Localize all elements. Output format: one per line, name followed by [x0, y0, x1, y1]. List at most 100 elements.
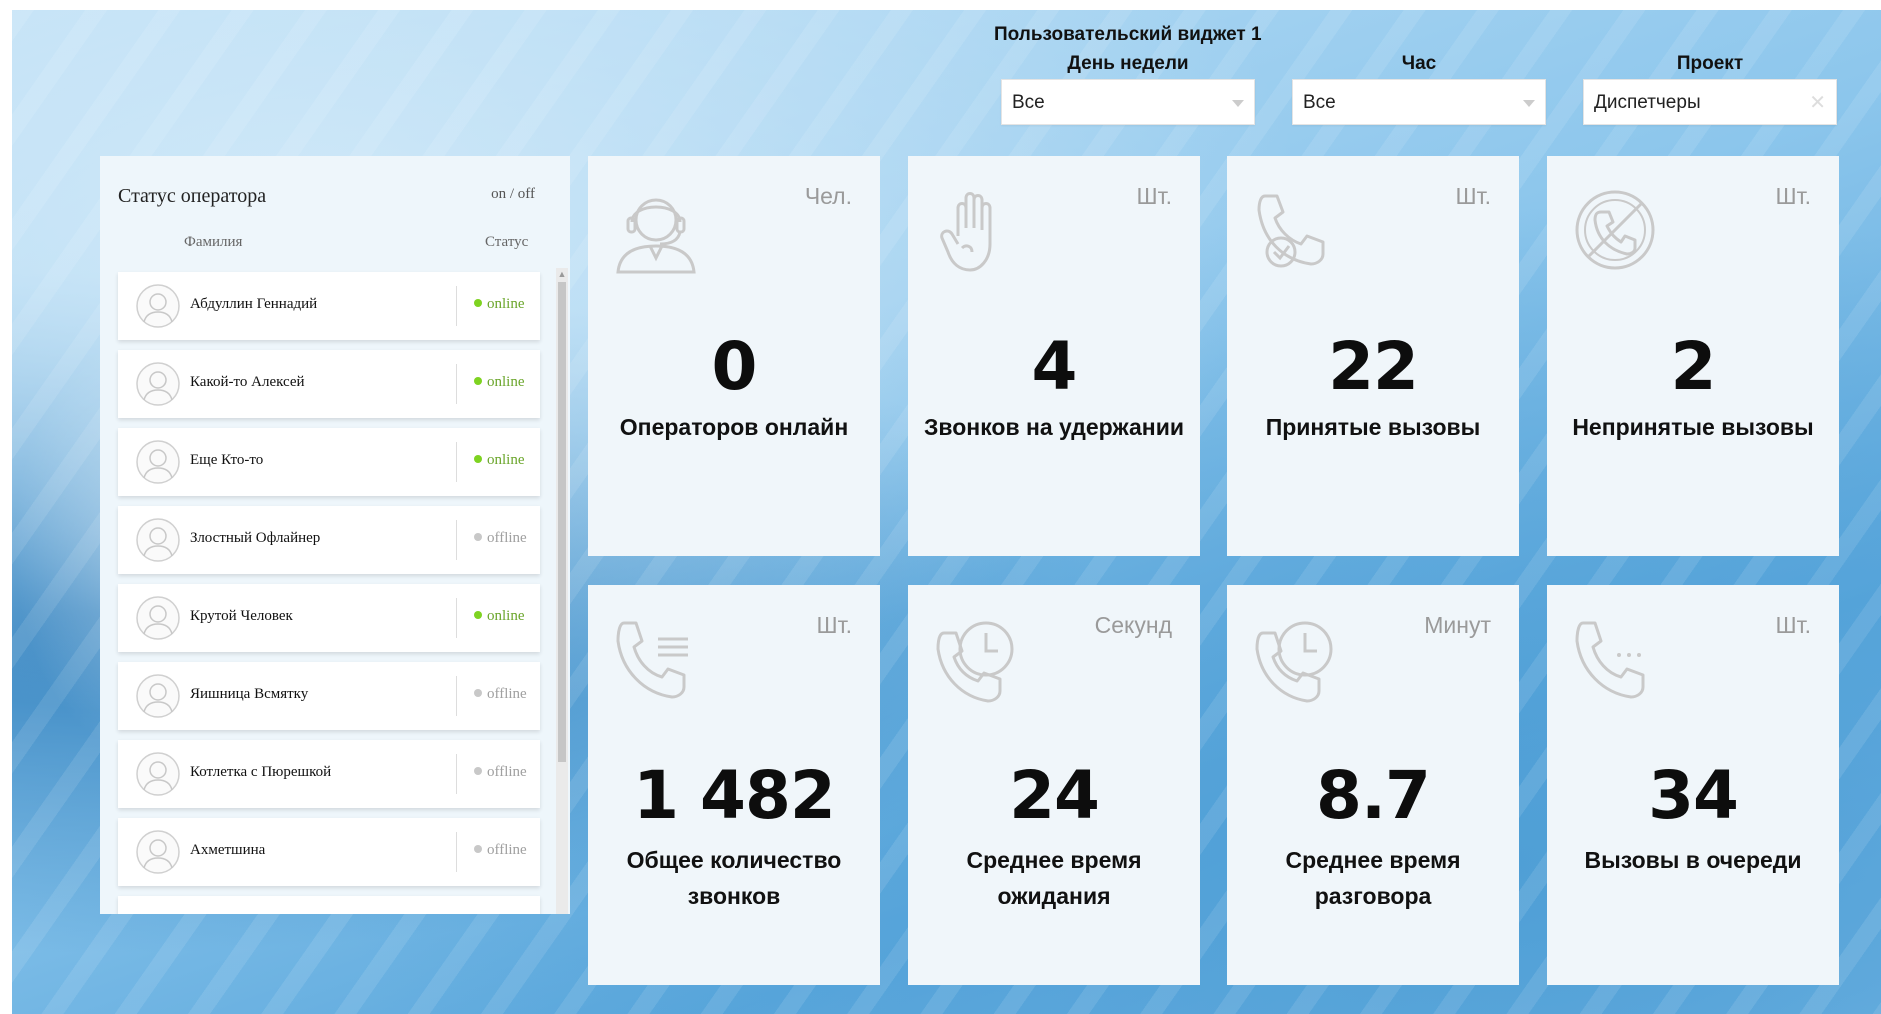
metric-label: Общее количество звонков [626, 847, 842, 909]
row-divider [456, 286, 457, 326]
status-text: online [487, 608, 525, 624]
metric-label: Вызовы в очереди [1584, 847, 1802, 873]
filter-hour-select[interactable]: Все [1292, 79, 1546, 125]
operator-name: Ахметшина [190, 842, 266, 858]
status-dot-icon [474, 611, 482, 619]
operator-headset-icon [616, 198, 696, 274]
metric-value: 22 [1328, 328, 1419, 405]
avatar [136, 518, 180, 562]
status-dot-icon [474, 377, 482, 385]
metric-label: Непринятые вызовы [1572, 414, 1814, 440]
filter-weekday-value: Все [1012, 92, 1045, 113]
status-dot-icon [474, 455, 482, 463]
metric-unit: Чел. [804, 183, 852, 209]
operator-name: Котлетка с Пюрешкой [190, 764, 332, 780]
metric-card: Чел. 0 Операторов онлайн [588, 156, 880, 556]
avatar [136, 284, 180, 328]
status-text: offline [487, 764, 527, 780]
status-text: offline [487, 530, 527, 546]
status-text: offline [487, 686, 527, 702]
avatar [136, 752, 180, 796]
status-badge: offline [474, 764, 527, 781]
metric-card: Шт. 1 482 Общее количество звонков [588, 585, 880, 985]
metric-value: 24 [1009, 757, 1100, 834]
widget-title: Пользовательский виджет 1 [994, 24, 1262, 45]
phone-blocked-icon [1575, 190, 1655, 270]
metric-unit: Минут [1424, 612, 1491, 638]
metric-value: 0 [711, 328, 758, 405]
metric-value: 2 [1670, 328, 1717, 405]
operator-row-partial [118, 896, 540, 914]
operator-name: Какой-то Алексей [190, 374, 305, 390]
on-off-toggle[interactable]: on / off [491, 186, 535, 203]
hand-stop-icon [940, 192, 992, 272]
clear-icon[interactable]: ✕ [1809, 90, 1826, 115]
filter-weekday-select[interactable]: Все [1001, 79, 1255, 125]
metric-unit: Шт. [1775, 612, 1811, 638]
status-badge: online [474, 608, 525, 625]
metric-label: Операторов онлайн [619, 414, 849, 440]
operator-status-panel: Статус оператора on / off Фамилия Статус… [100, 156, 570, 914]
avatar [136, 440, 180, 484]
operator-name: Яишница Всмятку [190, 686, 309, 702]
row-divider [456, 832, 457, 872]
status-badge: offline [474, 686, 527, 703]
status-badge: online [474, 374, 525, 391]
scrollbar-thumb[interactable] [558, 282, 566, 762]
operator-list-scrollbar[interactable]: ▲ [556, 268, 568, 914]
column-header-status: Статус [485, 234, 529, 250]
metric-label: Среднее время ожидания [966, 847, 1142, 909]
status-text: online [487, 452, 525, 468]
avatar [136, 674, 180, 718]
metric-value: 4 [1031, 328, 1078, 405]
operator-row[interactable]: Злостный Офлайнер offline [118, 506, 540, 574]
metric-unit: Шт. [816, 612, 852, 638]
operator-row[interactable]: Абдуллин Геннадий online [118, 272, 540, 340]
metric-value: 8.7 [1316, 757, 1431, 834]
phone-list-icon [616, 621, 688, 699]
metric-card: Шт. 2 Непринятые вызовы [1547, 156, 1839, 556]
metric-value: 34 [1648, 757, 1739, 834]
metric-card: Шт. 4 Звонков на удержании [908, 156, 1200, 556]
operator-row[interactable]: Какой-то Алексей online [118, 350, 540, 418]
filter-project-value: Диспетчеры [1594, 92, 1701, 113]
metric-unit: Шт. [1136, 183, 1172, 209]
metric-card: Шт. 22 Принятые вызовы [1227, 156, 1519, 556]
phone-dots-icon [1575, 621, 1645, 699]
column-header-surname: Фамилия [184, 234, 243, 250]
operator-row[interactable]: Котлетка с Пюрешкой offline [118, 740, 540, 808]
row-divider [456, 442, 457, 482]
status-text: online [487, 296, 525, 312]
metric-unit: Шт. [1455, 183, 1491, 209]
operator-row[interactable]: Крутой Человек online [118, 584, 540, 652]
avatar [136, 596, 180, 640]
row-divider [456, 754, 457, 794]
phone-clock-icon [1255, 621, 1333, 703]
operator-row[interactable]: Еще Кто-то online [118, 428, 540, 496]
avatar [136, 362, 180, 406]
scroll-up-icon[interactable]: ▲ [557, 268, 567, 280]
status-badge: online [474, 452, 525, 469]
metric-unit: Шт. [1775, 183, 1811, 209]
filter-project-select[interactable]: Диспетчеры ✕ [1583, 79, 1837, 125]
avatar [136, 830, 180, 874]
metric-card: Шт. 34 Вызовы в очереди [1547, 585, 1839, 985]
row-divider [456, 676, 457, 716]
status-badge: online [474, 296, 525, 313]
metric-value: 1 482 [633, 757, 836, 834]
metric-card: Минут 8.7 Среднее время разговора [1227, 585, 1519, 985]
filter-hour-value: Все [1303, 92, 1336, 113]
operator-name: Крутой Человек [190, 608, 293, 624]
status-dot-icon [474, 533, 482, 541]
metric-label: Среднее время разговора [1285, 847, 1461, 909]
operator-row[interactable]: Яишница Всмятку offline [118, 662, 540, 730]
operator-name: Абдуллин Геннадий [190, 296, 318, 312]
row-divider [456, 598, 457, 638]
row-divider [456, 520, 457, 560]
status-dot-icon [474, 767, 482, 775]
phone-clock-icon [936, 621, 1014, 703]
operator-row[interactable]: Ахметшина offline [118, 818, 540, 886]
status-dot-icon [474, 299, 482, 307]
status-dot-icon [474, 689, 482, 697]
status-dot-icon [474, 845, 482, 853]
